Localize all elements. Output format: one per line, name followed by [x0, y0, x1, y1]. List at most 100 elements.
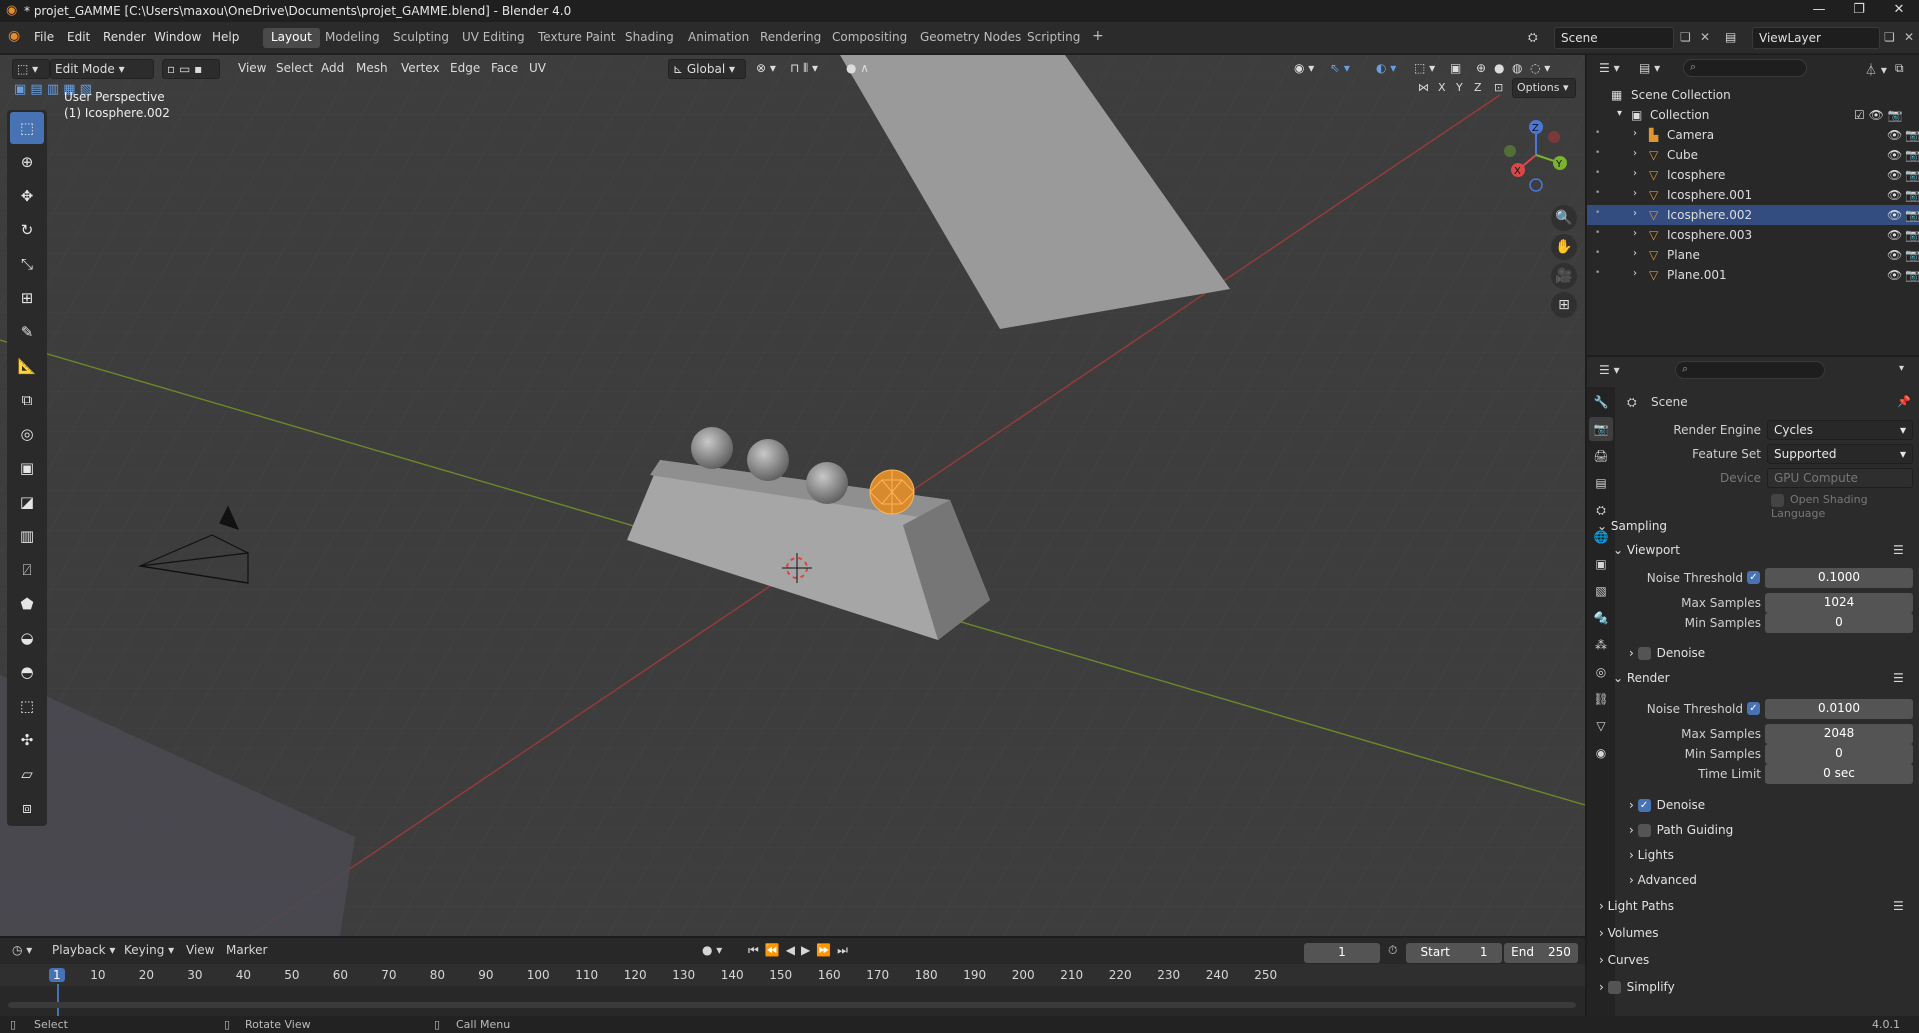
tab-compositing[interactable]: Compositing — [824, 28, 915, 48]
extrude-tool-icon[interactable]: ◎ — [10, 418, 44, 450]
r-min-field[interactable]: 0 — [1765, 744, 1913, 764]
tab-modeling[interactable]: Modeling — [317, 28, 388, 48]
render-camera-icon[interactable]: 📷 — [1905, 168, 1919, 182]
timeline-editor-icon[interactable]: ◷ ▾ — [12, 943, 32, 957]
menu-render[interactable]: Render — [103, 30, 146, 44]
menu-mesh[interactable]: Mesh — [352, 59, 392, 79]
render-tab-icon[interactable]: 📷 — [1589, 417, 1613, 441]
render-camera-icon[interactable]: 📷 — [1905, 268, 1919, 282]
expand-arrow-icon[interactable]: › — [1633, 168, 1637, 179]
expand-arrow-icon[interactable]: › — [1633, 248, 1637, 259]
lights-subsection[interactable]: › Lights — [1629, 848, 1674, 862]
pan-hand-icon[interactable]: ✋ — [1551, 234, 1577, 260]
close-button[interactable]: ✕ — [1879, 2, 1919, 20]
r-max-field[interactable]: 2048 — [1765, 724, 1913, 744]
r-noise-field[interactable]: 0.0100 — [1765, 699, 1913, 719]
scene-field[interactable]: Scene — [1554, 27, 1674, 49]
edge-slide-tool-icon[interactable]: ⬚ — [10, 690, 44, 722]
vp-noise-checkbox[interactable]: ✓ — [1747, 570, 1766, 584]
viewport-subsection[interactable]: ⌄ Viewport — [1613, 543, 1680, 557]
timeline-menu-view[interactable]: View — [186, 943, 214, 957]
physics-tab-icon[interactable]: ◎ — [1589, 660, 1613, 684]
shading-solid-icon[interactable]: ● — [1490, 59, 1508, 79]
simplify-section[interactable]: › Simplify — [1599, 980, 1675, 994]
menu-view[interactable]: View — [234, 59, 270, 79]
end-frame-field[interactable]: End 250 — [1504, 943, 1578, 963]
mirror-z-toggle[interactable]: Z — [1470, 79, 1486, 99]
shading-material-icon[interactable]: ◍ — [1508, 59, 1526, 79]
auto-merge-icon[interactable]: ⊡ — [1490, 79, 1507, 99]
tab-rendering[interactable]: Rendering — [752, 28, 829, 48]
inset-tool-icon[interactable]: ▣ — [10, 452, 44, 484]
render-presets-icon[interactable]: ☰ — [1893, 671, 1904, 685]
visibility-eye-icon[interactable]: 👁 — [1887, 168, 1902, 182]
render-camera-icon[interactable]: 📷 — [1905, 228, 1919, 242]
menu-vertex[interactable]: Vertex — [397, 59, 444, 79]
shading-rendered-icon[interactable]: ◌ ▾ — [1526, 59, 1554, 79]
sampling-section[interactable]: ⌄ Sampling — [1597, 519, 1913, 533]
menu-file[interactable]: File — [34, 30, 54, 44]
vp-min-field[interactable]: 0 — [1765, 613, 1913, 633]
tab-geometry-nodes[interactable]: Geometry Nodes — [912, 28, 1029, 48]
cursor-tool-icon[interactable]: ⊕ — [10, 146, 44, 178]
frame-clock-icon[interactable]: ⏱ — [1388, 943, 1397, 958]
maximize-button[interactable]: ❐ — [1839, 2, 1879, 20]
outliner-editor-icon[interactable]: ☰ ▾ — [1599, 61, 1620, 75]
xray-toggle-icon[interactable]: ▣ — [1446, 59, 1465, 79]
bevel-tool-icon[interactable]: ◪ — [10, 486, 44, 518]
visibility-eye-icon[interactable]: 👁 — [1887, 128, 1902, 142]
render-camera-icon[interactable]: 📷 — [1905, 188, 1919, 202]
zoom-icon[interactable]: 🔍 — [1551, 205, 1577, 231]
menu-face[interactable]: Face — [487, 59, 522, 79]
tab-uv-editing[interactable]: UV Editing — [454, 28, 533, 48]
outliner-item[interactable]: • › ▽ Plane 👁 📷 — [1587, 245, 1919, 265]
select-box-tool-icon[interactable]: ⬚ — [10, 112, 44, 144]
feature-set-dropdown[interactable]: Supported ▾ — [1767, 444, 1913, 464]
r-time-field[interactable]: 0 sec — [1765, 764, 1913, 784]
visibility-eye-icon[interactable]: 👁 — [1887, 228, 1902, 242]
remove-view-layer-icon[interactable]: ✕ — [1904, 30, 1914, 44]
render-camera-icon[interactable]: 📷 — [1905, 148, 1919, 162]
visibility-icon[interactable]: ◉ ▾ — [1290, 59, 1318, 79]
tab-sculpting[interactable]: Sculpting — [385, 28, 457, 48]
collection-tab-icon[interactable]: ▣ — [1589, 552, 1613, 576]
viewport-presets-icon[interactable]: ☰ — [1893, 543, 1904, 557]
menu-uv[interactable]: UV — [525, 59, 550, 79]
modifier-tab-icon[interactable]: 🔩 — [1589, 606, 1613, 630]
curves-section[interactable]: › Curves — [1599, 953, 1649, 967]
osl-checkbox[interactable]: Open Shading Language — [1771, 493, 1919, 520]
menu-help[interactable]: Help — [212, 30, 239, 44]
volumes-section[interactable]: › Volumes — [1599, 926, 1659, 940]
overlay-toggle-icon[interactable]: ◐ ▾ — [1372, 59, 1400, 79]
path-guiding-subsection[interactable]: › Path Guiding — [1629, 823, 1733, 837]
render-engine-dropdown[interactable]: Cycles ▾ — [1767, 420, 1913, 440]
outliner-item[interactable]: • › ▽ Icosphere.001 👁 📷 — [1587, 185, 1919, 205]
expand-arrow-icon[interactable]: › — [1633, 228, 1637, 239]
tab-layout[interactable]: Layout — [263, 28, 320, 48]
knife-tool-icon[interactable]: ⍁ — [10, 554, 44, 586]
outliner-item[interactable]: • › ▙ Camera 👁 📷 — [1587, 125, 1919, 145]
render-camera-icon[interactable]: 📷 — [1905, 128, 1919, 142]
view-layer-field[interactable]: ViewLayer — [1752, 27, 1880, 49]
transform-orientation-dropdown[interactable]: ⊾ Global ▾ — [668, 59, 746, 79]
visibility-eye-icon[interactable]: 👁 — [1887, 188, 1902, 202]
camera-view-icon[interactable]: 🎥 — [1551, 263, 1577, 289]
tab-scripting[interactable]: Scripting — [1019, 28, 1088, 48]
menu-edit[interactable]: Edit — [67, 30, 90, 44]
outliner-collection[interactable]: ▾ ▣ Collection ☑ 👁 📷 — [1587, 105, 1919, 125]
light-paths-section[interactable]: › Light Paths — [1599, 899, 1674, 913]
expand-arrow-icon[interactable]: › — [1633, 128, 1637, 139]
poly-build-tool-icon[interactable]: ⬟ — [10, 588, 44, 620]
add-workspace-button[interactable]: + — [1084, 26, 1112, 46]
collection-check-icon[interactable]: ☑ 👁 📷 — [1854, 108, 1903, 122]
visibility-eye-icon[interactable]: 👁 — [1887, 248, 1902, 262]
remove-scene-icon[interactable]: ✕ — [1700, 30, 1710, 44]
output-tab-icon[interactable]: 🖨 — [1589, 444, 1613, 468]
visibility-eye-icon[interactable]: 👁 — [1887, 148, 1902, 162]
constraints-tab-icon[interactable]: ⛓ — [1589, 687, 1613, 711]
expand-arrow-icon[interactable]: › — [1633, 208, 1637, 219]
outliner-item[interactable]: • › ▽ Icosphere.002 👁 📷 — [1587, 205, 1919, 225]
transform-tool-icon[interactable]: ⊞ — [10, 282, 44, 314]
record-icon[interactable]: ● ▾ — [702, 943, 722, 957]
gizmo-toggle-icon[interactable]: ⇖ ▾ — [1326, 59, 1354, 79]
